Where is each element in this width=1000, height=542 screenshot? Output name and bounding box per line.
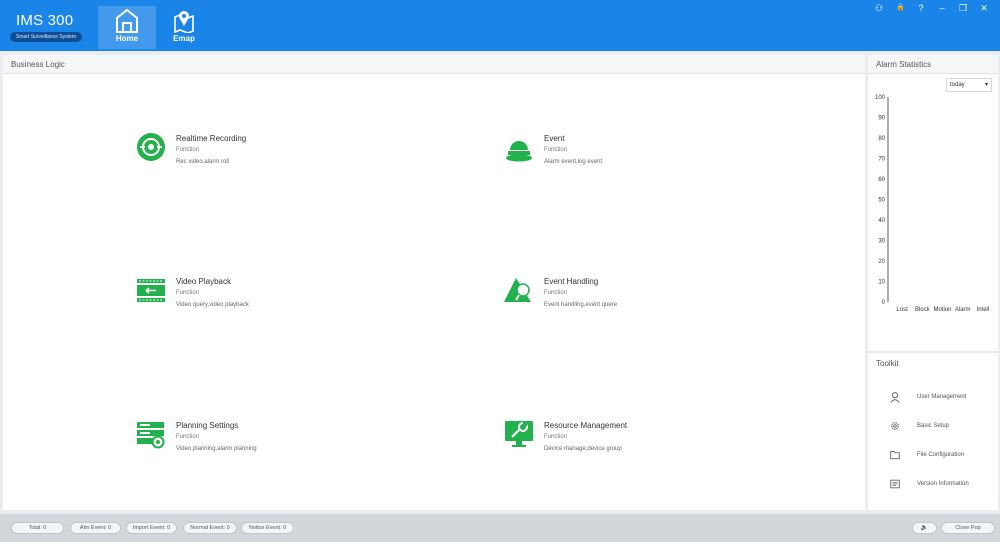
user-icon[interactable]: ⚇ <box>875 3 883 14</box>
business-logic-panel: Business Logic Realtime Recording Functi… <box>3 55 865 510</box>
gear-icon <box>891 422 899 430</box>
func-planning-settings[interactable]: Planning Settings Function Video plannin… <box>136 419 436 469</box>
func-subtitle: Function <box>176 147 200 153</box>
alarm-statistics-title: Alarm Statistics <box>868 55 998 74</box>
x-tick-label: Alarm <box>955 307 971 313</box>
func-event-handling[interactable]: Event Handling Function Event handling,e… <box>504 275 804 325</box>
chevron-down-icon: ▾ <box>984 82 988 88</box>
toolkit-item-label: Basic Setup <box>917 423 950 429</box>
counter-import-event[interactable]: Import Event: 0 <box>126 522 177 534</box>
func-realtime-recording[interactable]: Realtime Recording Function Rec video,al… <box>136 132 436 182</box>
lock-icon[interactable]: 🔒 <box>896 3 905 14</box>
y-tick-label: 20 <box>878 259 885 265</box>
speaker-icon: 🔈 <box>920 525 929 531</box>
app-logo: IMS 300 Smart Surveillance System <box>10 12 84 42</box>
folder-icon <box>890 451 900 460</box>
toolkit-item-label: Version Information <box>917 481 969 487</box>
minimize-icon[interactable]: – <box>938 3 946 14</box>
playback-icon <box>137 279 165 302</box>
sound-toggle-button[interactable]: 🔈 <box>912 522 937 534</box>
planning-icon <box>137 422 165 449</box>
x-tick-label: Motion <box>933 307 951 313</box>
toolkit-basic-setup[interactable]: Basic Setup <box>890 420 990 434</box>
period-value: today <box>950 82 965 88</box>
counter-total[interactable]: Total: 0 <box>11 522 64 534</box>
func-title: Realtime Recording <box>176 134 247 143</box>
period-select[interactable]: today ▾ <box>946 78 992 92</box>
y-tick-label: 30 <box>878 239 885 245</box>
func-description: Alarm event,log event <box>544 159 603 165</box>
counter-normal-event[interactable]: Normal Event: 0 <box>183 522 237 534</box>
x-tick-label: Lost <box>896 307 908 313</box>
toolkit-item-label: File Configuration <box>917 452 965 458</box>
func-description: Rec video,alarm roll <box>176 159 230 165</box>
func-title: Video Playback <box>176 277 231 286</box>
func-resource-management[interactable]: Resource Management Function Device mana… <box>504 419 804 469</box>
counter-alarm-event[interactable]: Alm Event: 0 <box>70 522 121 534</box>
func-subtitle: Function <box>176 290 200 296</box>
app-name: IMS 300 <box>16 12 74 29</box>
y-tick-label: 0 <box>882 300 886 306</box>
func-subtitle: Function <box>176 434 200 440</box>
wrench-monitor-icon <box>505 421 533 447</box>
info-icon <box>890 479 900 489</box>
func-subtitle: Function <box>544 147 568 153</box>
close-popup-button[interactable]: Close Pop <box>941 522 995 534</box>
func-subtitle: Function <box>544 434 568 440</box>
x-tick-label: Block <box>915 307 931 313</box>
nav-emap[interactable]: Emap <box>155 6 213 49</box>
y-tick-label: 70 <box>878 157 885 163</box>
func-title: Resource Management <box>544 421 628 430</box>
close-icon[interactable]: ✕ <box>980 3 988 14</box>
toolkit-title: Toolkit <box>868 353 998 375</box>
x-tick-label: Intell <box>977 307 990 313</box>
alarm-chart: 0 10 20 30 40 50 60 70 80 90 100 Lost Block Motion Ala… <box>875 95 990 313</box>
toolkit-item-label: User Management <box>917 394 967 400</box>
window-controls: ⚇ 🔒 ? – ❐ ✕ <box>875 3 988 14</box>
func-title: Planning Settings <box>176 421 239 430</box>
recording-icon <box>137 133 165 161</box>
y-tick-label: 90 <box>878 116 885 122</box>
func-video-playback[interactable]: Video Playback Function Video query,vide… <box>136 275 436 325</box>
nav-emap-label: Emap <box>173 34 195 43</box>
top-header: IMS 300 Smart Surveillance System Home E… <box>0 0 1000 51</box>
y-tick-label: 10 <box>878 280 885 286</box>
counter-notice-event[interactable]: Notice Event: 0 <box>241 522 294 534</box>
toolkit-file-configuration[interactable]: File Configuration <box>890 449 990 463</box>
app-subtitle: Smart Surveillance System <box>10 32 82 42</box>
toolkit-user-management[interactable]: User Management <box>890 391 990 405</box>
home-icon <box>116 9 138 33</box>
help-icon[interactable]: ? <box>917 3 925 14</box>
nav-home-label: Home <box>115 34 139 43</box>
y-tick-label: 50 <box>878 198 885 204</box>
restore-icon[interactable]: ❐ <box>959 3 967 14</box>
map-pin-icon <box>174 11 194 33</box>
func-description: Video planning,alarm planning <box>176 446 257 452</box>
alarm-statistics-panel: Alarm Statistics today ▾ 0 10 20 30 40 50 60 70… <box>868 55 998 351</box>
user-icon <box>890 392 900 403</box>
alarm-light-icon <box>506 141 532 162</box>
toolkit-panel: Toolkit User Management Basic Setup File… <box>868 353 998 510</box>
y-tick-label: 100 <box>875 95 886 101</box>
nav-home[interactable]: Home <box>98 6 156 49</box>
event-handling-icon <box>504 278 531 302</box>
y-tick-label: 80 <box>878 136 885 142</box>
toolkit-version-information[interactable]: Version Information <box>890 478 990 492</box>
func-event[interactable]: Event Function Alarm event,log event <box>504 132 804 182</box>
func-title: Event Handling <box>544 277 599 286</box>
func-title: Event <box>544 134 565 143</box>
status-footer: Total: 0 Alm Event: 0 Import Event: 0 No… <box>0 514 1000 542</box>
business-logic-title: Business Logic <box>3 55 865 74</box>
y-tick-label: 40 <box>878 218 885 224</box>
y-tick-label: 60 <box>878 177 885 183</box>
func-description: Event handling,event quere <box>544 302 618 308</box>
func-description: Video query,video playback <box>176 302 249 308</box>
func-description: Device manage,device group <box>544 446 622 452</box>
func-subtitle: Function <box>544 290 568 296</box>
